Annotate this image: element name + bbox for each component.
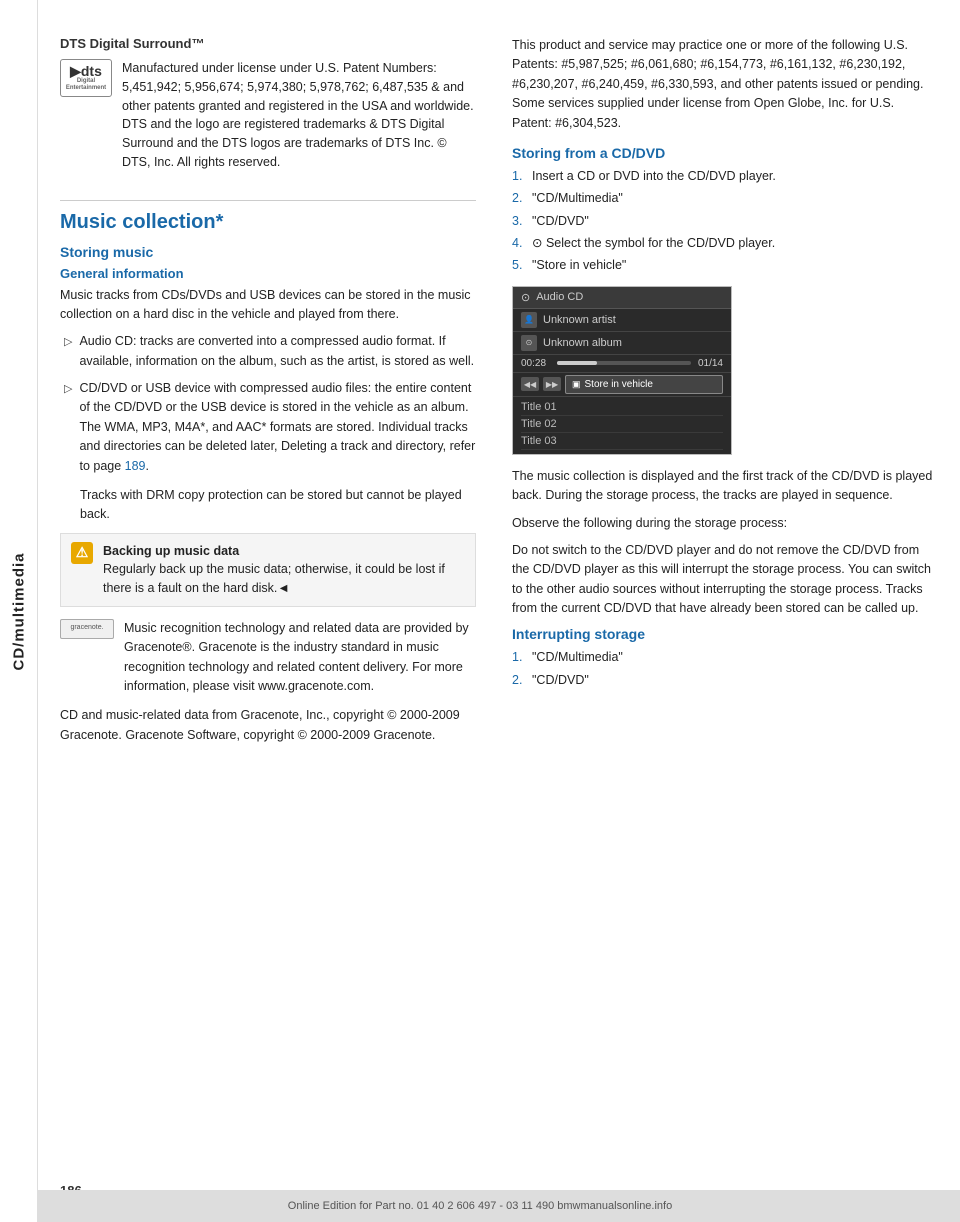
- int-step-1-num: 1.: [512, 648, 526, 667]
- step-4-text: ⊙ Select the symbol for the CD/DVD playe…: [532, 234, 775, 253]
- cd-progress-fill: [557, 361, 597, 365]
- step-3-text: "CD/DVD": [532, 212, 589, 231]
- step-2: 2. "CD/Multimedia": [512, 189, 936, 208]
- general-information-heading: General information: [60, 266, 476, 281]
- cd-title-01: Title 01: [521, 399, 723, 416]
- cd-progress-time: 00:28: [521, 358, 553, 369]
- page-link-189[interactable]: 189: [125, 459, 146, 473]
- warning-text: Regularly back up the music data; otherw…: [103, 562, 445, 595]
- cd-progress-bar: [557, 361, 691, 365]
- music-collection-heading: Music collection*: [60, 211, 476, 234]
- cd-controls-row: ◀◀ ▶▶ ▣ Store in vehicle: [513, 373, 731, 397]
- step-5-num: 5.: [512, 256, 526, 275]
- step-2-text: "CD/Multimedia": [532, 189, 623, 208]
- general-info-intro: Music tracks from CDs/DVDs and USB devic…: [60, 286, 476, 325]
- warning-box: ⚠ Backing up music data Regularly back u…: [60, 533, 476, 607]
- dts-arrow-icon: ▶dts: [70, 64, 102, 78]
- dts-description: Manufactured under license under U.S. Pa…: [122, 59, 476, 172]
- cd-track-counter: 01/14: [695, 358, 723, 369]
- step-1: 1. Insert a CD or DVD into the CD/DVD pl…: [512, 167, 936, 186]
- step-5: 5. "Store in vehicle": [512, 256, 936, 275]
- cd-player-titlebar: ⊙ Audio CD: [513, 287, 731, 309]
- cd-titlebar-text: Audio CD: [536, 291, 583, 303]
- bullet-arrow-icon-1: ▷: [64, 334, 72, 371]
- bullet-item-1: ▷ Audio CD: tracks are converted into a …: [60, 332, 476, 371]
- int-step-1: 1. "CD/Multimedia": [512, 648, 936, 667]
- dts-logo: ▶dts Digital Entertainment: [60, 59, 112, 97]
- storing-music-heading: Storing music: [60, 244, 476, 260]
- patent-text: This product and service may practice on…: [512, 36, 936, 133]
- cd-title-03: Title 03: [521, 433, 723, 450]
- sidebar-tab: CD/multimedia: [0, 0, 38, 1222]
- cd-titlebar-icon: ⊙: [521, 291, 530, 304]
- bullet-arrow-icon-2: ▷: [64, 381, 72, 476]
- cd-player-ui: ⊙ Audio CD 👤 Unknown artist ⊙ Unknown al…: [512, 286, 732, 455]
- drm-note: Tracks with DRM copy protection can be s…: [80, 486, 476, 525]
- dts-brand-text: Digital Entertainment: [61, 78, 111, 92]
- store-icon: ▣: [572, 379, 581, 390]
- warning-icon: ⚠: [71, 542, 93, 564]
- dts-inner: ▶dts Digital Entertainment Manufactured …: [60, 59, 476, 172]
- dts-title: DTS Digital Surround™: [60, 36, 476, 51]
- store-btn-text: Store in vehicle: [585, 379, 653, 390]
- divider: [60, 200, 476, 201]
- dts-section: DTS Digital Surround™ ▶dts Digital Enter…: [60, 36, 476, 172]
- step-3: 3. "CD/DVD": [512, 212, 936, 231]
- album-icon: ⊙: [521, 335, 537, 351]
- step-4: 4. ⊙ Select the symbol for the CD/DVD pl…: [512, 234, 936, 253]
- cd-next-btn[interactable]: ▶▶: [543, 377, 561, 391]
- step-5-text: "Store in vehicle": [532, 256, 626, 275]
- step-4-num: 4.: [512, 234, 526, 253]
- after-store-text-2: Observe the following during the storage…: [512, 514, 936, 533]
- footer-text: Online Edition for Part no. 01 40 2 606 …: [288, 1200, 672, 1212]
- bullet-text-2: CD/DVD or USB device with compressed aud…: [79, 379, 476, 476]
- cd-title-02: Title 02: [521, 416, 723, 433]
- cd-prev-btn[interactable]: ◀◀: [521, 377, 539, 391]
- int-step-2-num: 2.: [512, 671, 526, 690]
- cd-album-text: Unknown album: [543, 337, 622, 349]
- gracenote-copyright: CD and music-related data from Gracenote…: [60, 706, 476, 745]
- bullet-list: ▷ Audio CD: tracks are converted into a …: [60, 332, 476, 476]
- interrupting-heading: Interrupting storage: [512, 626, 936, 642]
- main-content: DTS Digital Surround™ ▶dts Digital Enter…: [38, 0, 960, 811]
- warning-title: Backing up music data: [103, 544, 239, 558]
- cd-progress-row: 00:28 01/14: [513, 355, 731, 373]
- footer-bar: Online Edition for Part no. 01 40 2 606 …: [0, 1190, 960, 1222]
- storing-steps-list: 1. Insert a CD or DVD into the CD/DVD pl…: [512, 167, 936, 276]
- cd-title-rows: Title 01 Title 02 Title 03: [513, 397, 731, 454]
- sidebar-label: CD/multimedia: [10, 552, 27, 670]
- cd-store-btn[interactable]: ▣ Store in vehicle: [565, 375, 723, 394]
- bullet-item-2: ▷ CD/DVD or USB device with compressed a…: [60, 379, 476, 476]
- gracenote-logo: gracenote.: [60, 619, 114, 639]
- right-column: This product and service may practice on…: [498, 18, 958, 771]
- cd-artist-row: 👤 Unknown artist: [513, 309, 731, 332]
- gracenote-section: gracenote. Music recognition technology …: [60, 619, 476, 697]
- step-1-text: Insert a CD or DVD into the CD/DVD playe…: [532, 167, 776, 186]
- artist-icon: 👤: [521, 312, 537, 328]
- warning-content: Backing up music data Regularly back up …: [103, 542, 465, 598]
- interrupting-steps-list: 1. "CD/Multimedia" 2. "CD/DVD": [512, 648, 936, 690]
- int-step-2: 2. "CD/DVD": [512, 671, 936, 690]
- step-1-num: 1.: [512, 167, 526, 186]
- storing-from-cd-heading: Storing from a CD/DVD: [512, 145, 936, 161]
- int-step-1-text: "CD/Multimedia": [532, 648, 623, 667]
- step-3-num: 3.: [512, 212, 526, 231]
- left-column: DTS Digital Surround™ ▶dts Digital Enter…: [38, 18, 498, 771]
- gracenote-text: Music recognition technology and related…: [124, 619, 476, 697]
- after-store-text-3: Do not switch to the CD/DVD player and d…: [512, 541, 936, 619]
- cd-artist-text: Unknown artist: [543, 314, 616, 326]
- step-2-num: 2.: [512, 189, 526, 208]
- after-store-text-1: The music collection is displayed and th…: [512, 467, 936, 506]
- cd-album-row: ⊙ Unknown album: [513, 332, 731, 355]
- bullet-text-1: Audio CD: tracks are converted into a co…: [79, 332, 476, 371]
- int-step-2-text: "CD/DVD": [532, 671, 589, 690]
